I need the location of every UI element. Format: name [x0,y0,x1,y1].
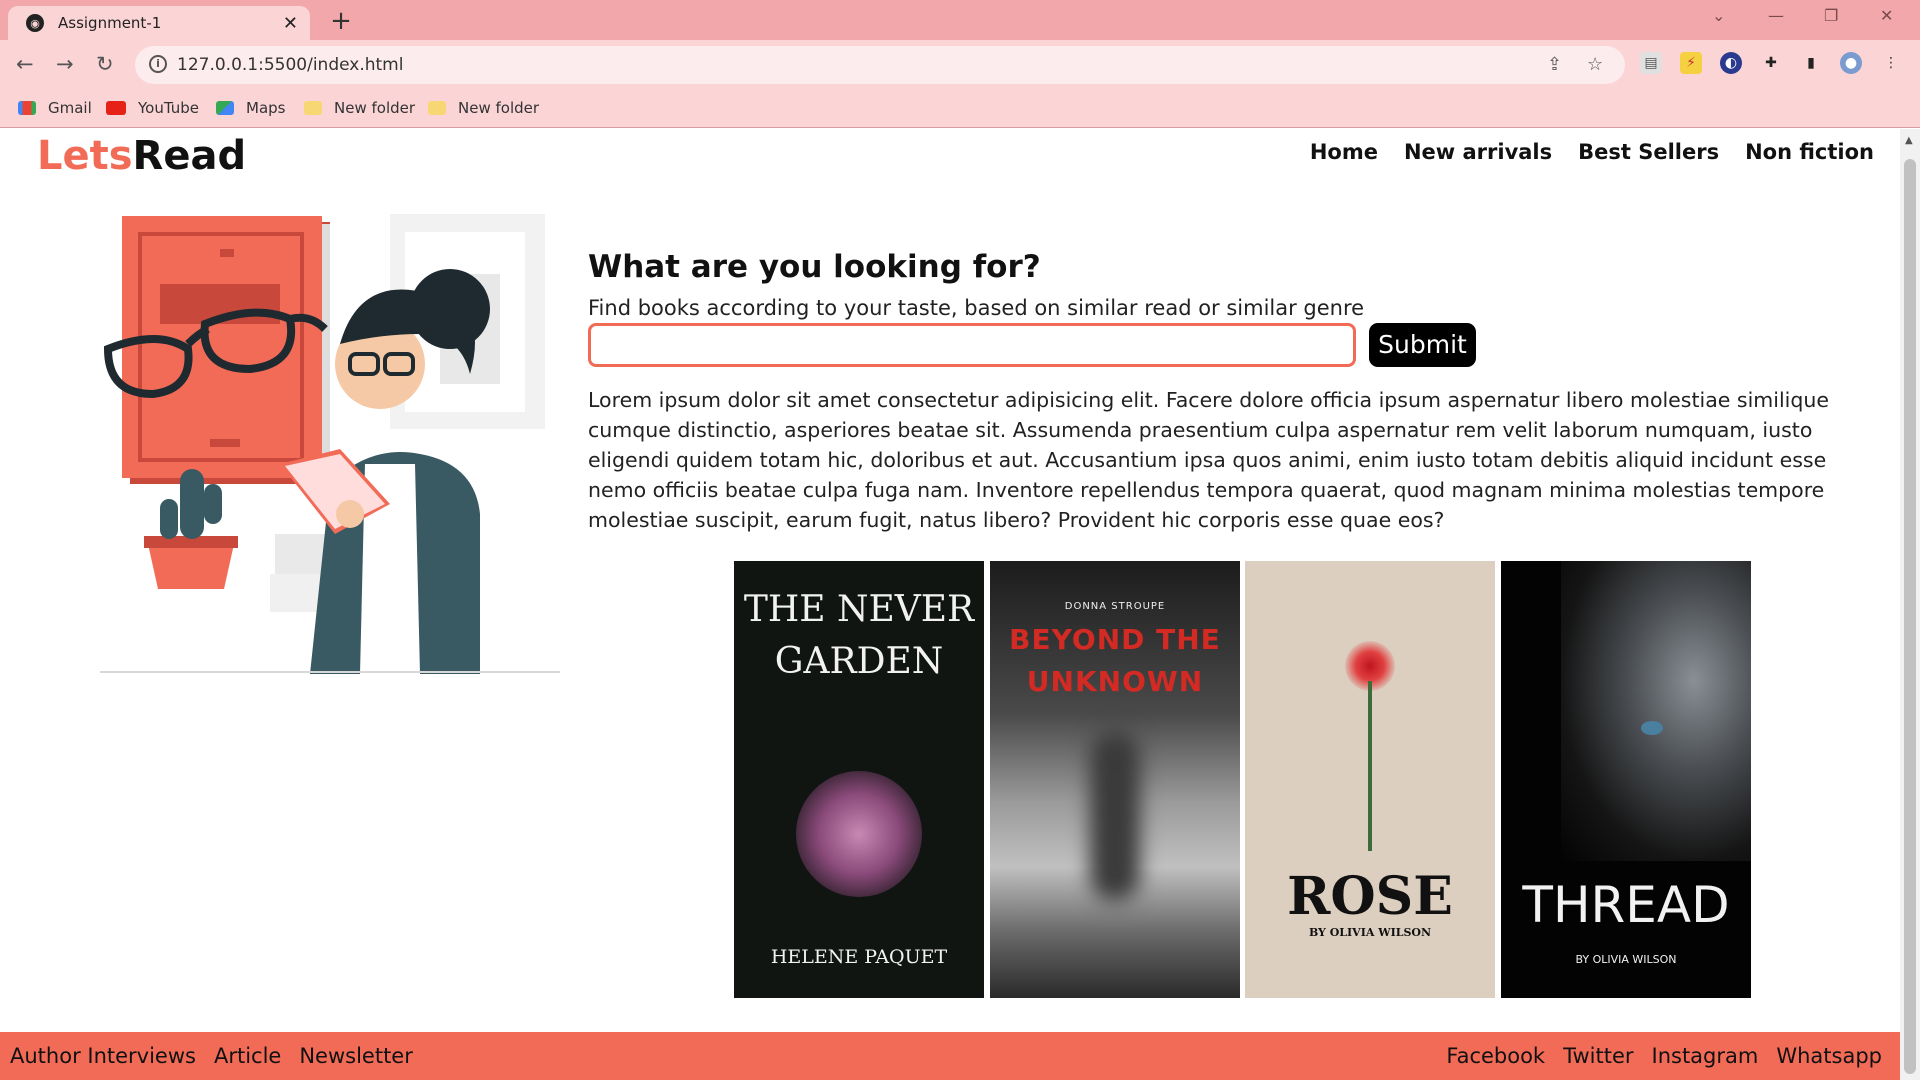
new-tab-button[interactable]: + [326,6,356,36]
footer-whatsapp[interactable]: Whatsapp [1776,1044,1882,1068]
close-tab-icon[interactable]: ✕ [283,13,298,34]
book-author: BY OLIVIA WILSON [1308,926,1432,939]
bookmark-label: New folder [334,99,416,117]
book-cover-thread[interactable]: THREAD BY OLIVIA WILSON [1501,561,1751,998]
footer-author-interviews[interactable]: Author Interviews [10,1044,196,1068]
book-author: DONNA STROUPE [1064,601,1166,612]
extension-clipboard-icon[interactable]: ▤ [1640,52,1662,74]
extension-circle-icon[interactable]: ◐ [1720,52,1742,74]
book-title: BEYOND THE [1009,623,1221,656]
logo-lets: Lets [37,133,133,179]
restore-button[interactable]: ❐ [1824,6,1838,25]
book-title: THE NEVER [743,589,975,630]
bookmark-maps[interactable]: Maps [216,99,285,117]
top-navigation: Home New arrivals Best Sellers Non ficti… [1310,140,1874,164]
nav-home[interactable]: Home [1310,140,1378,164]
search-subtext: Find books according to your taste, base… [588,296,1365,320]
site-footer: Author Interviews Article Newsletter Fac… [0,1032,1900,1080]
web-page: LetsRead Home New arrivals Best Sellers … [0,129,1900,1080]
bookmark-folder[interactable]: New folder [428,99,539,117]
bookmark-label: YouTube [138,99,199,117]
footer-article[interactable]: Article [214,1044,281,1068]
extensions-puzzle-icon[interactable]: ✚ [1760,52,1782,74]
logo-read: Read [132,133,247,179]
book-title: THREAD [1522,876,1730,934]
intro-paragraph: Lorem ipsum dolor sit amet consectetur a… [588,388,1829,532]
book-cover-beyond-the-unknown[interactable]: DONNA STROUPE BEYOND THE UNKNOWN [990,561,1240,998]
book-title: ROSE [1287,866,1453,927]
forward-icon[interactable]: → [56,52,74,76]
book-cover-never-garden[interactable]: THE NEVER GARDEN HELENE PAQUET [734,561,984,998]
maps-icon [216,101,234,115]
more-menu-icon[interactable]: ⋮ [1880,52,1902,74]
side-panel-icon[interactable]: ▮ [1800,52,1822,74]
book-title: UNKNOWN [1026,665,1204,698]
figure-silhouette [1090,731,1140,901]
rose-stem [1368,681,1372,851]
bookmarks-bar: Gmail YouTube Maps New folder New folder [0,90,1920,128]
nav-non-fiction[interactable]: Non fiction [1745,140,1874,164]
browser-tab[interactable]: ◉ Assignment-1 ✕ [8,6,310,40]
folder-icon [304,101,322,115]
nav-best-sellers[interactable]: Best Sellers [1578,140,1719,164]
reload-icon[interactable]: ↻ [96,52,114,76]
globe-icon: ◉ [26,14,44,32]
book-covers: THE NEVER GARDEN HELENE PAQUET DONNA STR… [734,561,1752,998]
tab-search-icon[interactable]: ⌄ [1712,6,1725,25]
tab-title: Assignment-1 [58,14,162,32]
bookmark-gmail[interactable]: Gmail [18,99,92,117]
nav-new-arrivals[interactable]: New arrivals [1404,140,1552,164]
address-toolbar: ← → ↻ i 127.0.0.1:5500/index.html ⇪ ☆ ▤ … [0,40,1920,90]
bookmark-star-icon[interactable]: ☆ [1587,54,1603,75]
footer-facebook[interactable]: Facebook [1446,1044,1545,1068]
address-bar[interactable]: i 127.0.0.1:5500/index.html ⇪ ☆ [135,46,1625,84]
page-scrollbar[interactable]: ▲ [1900,129,1920,1080]
extension-bolt-icon[interactable]: ⚡ [1680,52,1702,74]
bookmark-youtube[interactable]: YouTube [106,99,199,117]
site-info-icon[interactable]: i [149,55,167,73]
bookmark-label: Maps [246,99,286,117]
profile-avatar[interactable]: ● [1840,52,1862,74]
bookmark-label: New folder [458,99,540,117]
eye-image [1641,721,1663,735]
face-image [1561,561,1751,861]
reading-woman-illustration [100,214,560,674]
bookmark-folder[interactable]: New folder [304,99,415,117]
rose-image [796,771,922,897]
site-logo[interactable]: LetsRead [37,133,246,179]
gmail-icon [18,101,36,115]
book-title: GARDEN [774,641,944,682]
book-author: HELENE PAQUET [770,946,948,968]
book-author: BY OLIVIA WILSON [1575,953,1677,966]
back-icon[interactable]: ← [16,52,34,76]
folder-icon [428,101,446,115]
book-cover-rose[interactable]: ROSE BY OLIVIA WILSON [1245,561,1495,998]
scroll-up-arrow-icon[interactable]: ▲ [1905,135,1913,146]
youtube-icon [106,101,126,115]
url-text[interactable]: 127.0.0.1:5500/index.html [177,55,403,75]
bookmark-label: Gmail [48,99,92,117]
share-icon[interactable]: ⇪ [1547,54,1562,75]
footer-twitter[interactable]: Twitter [1563,1044,1633,1068]
footer-newsletter[interactable]: Newsletter [299,1044,413,1068]
submit-button[interactable]: Submit [1369,323,1476,367]
minimize-button[interactable]: — [1768,6,1784,25]
browser-tab-bar: ◉ Assignment-1 ✕ + ⌄ — ❐ ✕ [0,0,1920,40]
search-input[interactable] [588,323,1356,367]
scrollbar-thumb[interactable] [1904,159,1916,1074]
search-heading: What are you looking for? [588,249,1041,285]
window-close-button[interactable]: ✕ [1880,6,1893,25]
footer-instagram[interactable]: Instagram [1652,1044,1759,1068]
